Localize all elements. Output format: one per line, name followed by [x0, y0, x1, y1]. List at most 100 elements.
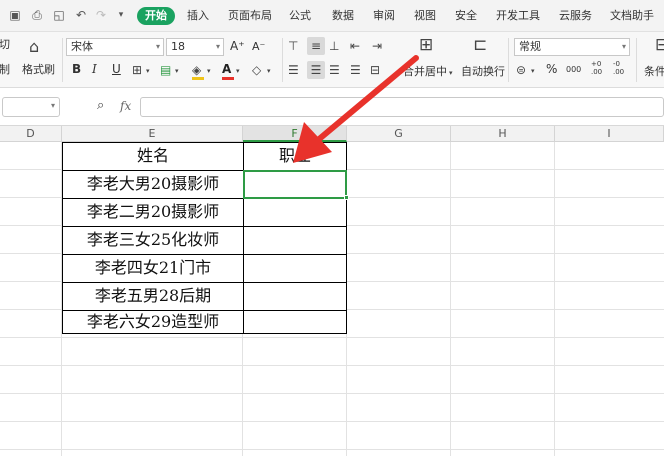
percent-button[interactable]: %	[546, 63, 557, 76]
column-header-h[interactable]: H	[451, 126, 555, 142]
table-cell-name[interactable]: 李老大男20摄影师	[62, 170, 244, 199]
grow-font-button[interactable]: A⁺	[230, 40, 245, 53]
decrease-decimal-button[interactable]: -0 .00	[613, 60, 627, 76]
zoom-search-icon[interactable]: ⌕	[97, 99, 104, 113]
active-cell-selection[interactable]	[243, 170, 347, 199]
table-cell-name[interactable]: 李老四女21门市	[62, 254, 244, 283]
table-cell-occupation[interactable]	[243, 226, 347, 255]
tab-start[interactable]: 开始	[137, 7, 175, 25]
merge-center-icon[interactable]: ⊞	[419, 37, 433, 54]
chevron-down-icon[interactable]: ▾	[207, 64, 211, 78]
align-left-icon[interactable]: ☰	[288, 63, 299, 77]
ribbon: 剪切 ⌂ 复制 格式刷 宋体 ▾ 18 ▾ A⁺ A⁻ B I U ⊞ ▾ ▤ …	[0, 32, 664, 88]
print-icon[interactable]: ⎙	[30, 8, 44, 22]
chevron-down-icon[interactable]: ▾	[449, 66, 453, 80]
chevron-down-icon[interactable]: ▾	[175, 64, 179, 78]
borders-icon[interactable]: ⊞	[132, 63, 142, 77]
save-icon[interactable]: ▣	[8, 8, 22, 22]
customize-chevron-icon[interactable]: ▾	[114, 8, 128, 22]
tab-review[interactable]: 审阅	[373, 9, 395, 23]
wrap-text-button[interactable]: 自动换行	[461, 65, 505, 78]
clear-format-icon[interactable]: ◇	[252, 63, 261, 77]
underline-button[interactable]: U	[112, 63, 121, 76]
font-size-select[interactable]: 18 ▾	[166, 38, 224, 56]
redo-icon[interactable]: ↷	[94, 8, 108, 22]
tab-developer[interactable]: 开发工具	[496, 9, 540, 23]
tab-page-layout[interactable]: 页面布局	[228, 9, 272, 23]
tab-view[interactable]: 视图	[414, 9, 436, 23]
undo-icon[interactable]: ↶	[74, 8, 88, 22]
table-cell-name[interactable]: 李老六女29造型师	[62, 310, 244, 334]
number-format-select[interactable]: 常规 ▾	[514, 38, 630, 56]
align-bottom-icon[interactable]: ⊥	[329, 39, 339, 53]
table-cell-name[interactable]: 李老五男28后期	[62, 282, 244, 311]
wrap-text-icon[interactable]: ⊏	[473, 37, 487, 54]
copy-button[interactable]: 复制	[0, 63, 10, 76]
font-size-value: 18	[171, 40, 185, 53]
table-cell-name[interactable]: 李老二男20摄影师	[62, 198, 244, 227]
table-cell-name[interactable]: 李老三女25化妆师	[62, 226, 244, 255]
table-cell-occupation[interactable]	[243, 282, 347, 311]
tab-cloud[interactable]: 云服务	[559, 9, 592, 23]
decrease-indent-icon[interactable]: ⇤	[350, 39, 360, 53]
ribbon-divider	[636, 38, 637, 82]
print-preview-icon[interactable]: ◱	[52, 8, 66, 22]
align-center-icon[interactable]: ☰	[307, 61, 325, 79]
chevron-down-icon[interactable]: ▾	[267, 64, 271, 78]
tab-formulas[interactable]: 公式	[289, 9, 311, 23]
formula-input[interactable]	[140, 97, 664, 117]
increase-decimal-button[interactable]: +0 .00	[591, 60, 605, 76]
font-name-value: 宋体	[71, 40, 93, 53]
font-name-select[interactable]: 宋体 ▾	[66, 38, 164, 56]
ribbon-divider	[508, 38, 509, 82]
format-painter-icon: ⌂	[29, 37, 40, 56]
grid-line	[0, 421, 664, 422]
fx-icon[interactable]: fx	[120, 100, 131, 113]
fill-style-icon[interactable]: ▤	[160, 63, 171, 77]
column-header-e[interactable]: E	[62, 126, 243, 142]
conditional-format-button[interactable]: 条件	[644, 65, 664, 78]
justify-icon[interactable]: ☰	[350, 63, 361, 77]
chevron-down-icon: ▾	[50, 101, 55, 110]
currency-icon[interactable]: ⊜	[516, 63, 526, 77]
tab-security[interactable]: 安全	[455, 9, 477, 23]
column-header-f[interactable]: F	[243, 126, 347, 142]
grid-line	[0, 393, 664, 394]
chevron-down-icon[interactable]: ▾	[236, 64, 240, 78]
increase-indent-icon[interactable]: ⇥	[372, 39, 382, 53]
fill-color-icon[interactable]: ◈	[192, 63, 201, 77]
conditional-format-icon[interactable]: ⊟	[655, 37, 664, 54]
chevron-down-icon[interactable]: ▾	[531, 64, 535, 78]
align-top-icon[interactable]: ⊤	[288, 39, 298, 53]
tab-doc-assistant[interactable]: 文档助手	[610, 9, 654, 23]
chevron-down-icon[interactable]: ▾	[146, 64, 150, 78]
column-header-i[interactable]: I	[555, 126, 664, 142]
header-cell-name[interactable]: 姓名	[62, 142, 244, 171]
font-color-swatch	[222, 77, 234, 80]
header-cell-occupation[interactable]: 职业	[243, 142, 347, 171]
bold-button[interactable]: B	[72, 63, 81, 76]
tab-data[interactable]: 数据	[332, 9, 354, 23]
column-header-d[interactable]: D	[0, 126, 62, 142]
format-painter-button[interactable]: 格式刷	[22, 63, 55, 76]
fill-color-swatch	[192, 77, 204, 80]
column-header-g[interactable]: G	[347, 126, 451, 142]
align-middle-icon[interactable]: ≡	[307, 37, 325, 55]
chevron-down-icon: ▾	[155, 42, 160, 51]
italic-button[interactable]: I	[92, 63, 97, 76]
merge-center-button[interactable]: 合并居中	[403, 65, 447, 78]
shrink-font-button[interactable]: A⁻	[252, 40, 265, 53]
tab-insert[interactable]: 插入	[187, 9, 209, 23]
thousands-button[interactable]: 000	[566, 63, 581, 76]
number-format-value: 常规	[519, 40, 541, 53]
font-color-icon[interactable]: A	[222, 62, 231, 76]
distributed-icon[interactable]: ⊟	[370, 63, 380, 77]
cut-button[interactable]: 剪切	[0, 38, 10, 51]
ribbon-divider	[282, 38, 283, 82]
table-cell-occupation[interactable]	[243, 254, 347, 283]
align-right-icon[interactable]: ☰	[329, 63, 340, 77]
fill-handle[interactable]	[344, 195, 349, 200]
table-cell-occupation[interactable]	[243, 310, 347, 334]
table-cell-occupation[interactable]	[243, 198, 347, 227]
name-box[interactable]: ▾	[2, 97, 60, 117]
